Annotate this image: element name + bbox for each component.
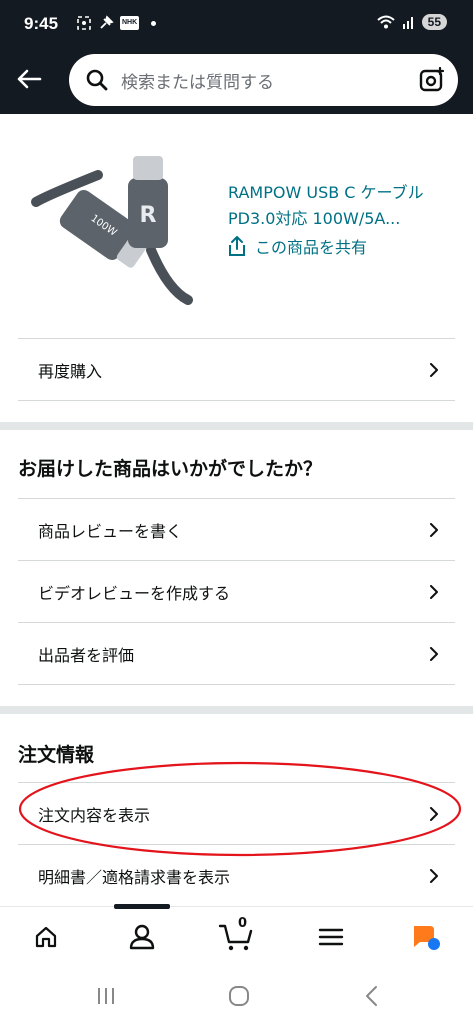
ai-assistant-icon — [414, 926, 440, 950]
search-input[interactable]: 検索または質問する — [69, 54, 458, 106]
video-review-label: ビデオレビューを作成する — [38, 583, 231, 603]
svg-text:R: R — [140, 203, 157, 228]
nav-menu[interactable] — [311, 919, 351, 955]
chevron-right-icon — [430, 362, 438, 377]
view-invoice-row[interactable]: 明細書／適格請求書を表示 — [18, 844, 455, 906]
chevron-right-icon — [430, 584, 438, 599]
recents-icon — [98, 988, 114, 1004]
buy-again-label: 再度購入 — [38, 361, 103, 381]
write-review-label: 商品レビューを書く — [38, 521, 183, 541]
status-icons-right: 55 — [376, 14, 447, 30]
write-review-row[interactable]: 商品レビューを書く — [18, 498, 455, 560]
view-order-details-label: 注文内容を表示 — [38, 805, 151, 825]
row-divider — [18, 400, 455, 401]
share-icon — [229, 236, 245, 256]
menu-icon — [318, 928, 344, 946]
section-divider — [0, 422, 473, 430]
nhk-icon: NHK — [120, 16, 140, 30]
back-button[interactable] — [12, 62, 46, 96]
share-label: この商品を共有 — [255, 238, 368, 257]
bottom-navigation: 0 — [0, 904, 473, 966]
screenshot-icon — [77, 16, 91, 30]
recents-button[interactable] — [91, 982, 121, 1010]
back-arrow-icon — [17, 69, 42, 89]
signal-icon — [402, 17, 413, 29]
view-order-details-row[interactable]: 注文内容を表示 — [18, 782, 455, 844]
usb-c-cable-image: 100W R — [31, 156, 193, 305]
chevron-left-icon — [366, 986, 377, 1006]
camera-search-icon[interactable] — [418, 66, 446, 94]
status-bar: 9:45 NHK 55 — [0, 0, 473, 48]
nav-ai-assistant[interactable] — [406, 919, 446, 955]
rate-seller-label: 出品者を評価 — [38, 645, 135, 665]
status-time: 9:45 — [24, 14, 59, 33]
chevron-right-icon — [430, 522, 438, 537]
cart-icon — [218, 924, 253, 951]
app-header: 検索または質問する — [0, 48, 473, 114]
section-divider — [0, 706, 473, 714]
video-review-row[interactable]: ビデオレビューを作成する — [18, 560, 455, 622]
system-back-button[interactable] — [357, 982, 387, 1010]
system-navigation-bar — [0, 966, 473, 1024]
view-invoice-label: 明細書／適格請求書を表示 — [38, 867, 231, 887]
row-divider — [18, 684, 455, 685]
buy-again-row[interactable]: 再度購入 — [18, 338, 455, 400]
search-icon — [86, 69, 108, 91]
account-icon — [129, 924, 155, 950]
chevron-right-icon — [430, 868, 438, 883]
home-system-button[interactable] — [224, 982, 254, 1010]
product-title-link[interactable]: RAMPOW USB C ケーブル PD3.0対応 100W/5A... — [228, 180, 448, 232]
active-tab-indicator — [114, 904, 170, 909]
search-placeholder: 検索または質問する — [121, 73, 274, 93]
notification-dot-icon — [151, 20, 157, 26]
status-icons-left: NHK — [76, 15, 157, 31]
order-info-heading: 注文情報 — [18, 744, 95, 766]
wifi-icon — [376, 15, 395, 29]
rate-seller-row[interactable]: 出品者を評価 — [18, 622, 455, 684]
feedback-heading: お届けした商品はいかがでしたか？ — [18, 458, 323, 480]
home-icon — [35, 926, 57, 948]
share-product-link[interactable]: この商品を共有 — [227, 234, 367, 258]
chevron-right-icon — [430, 646, 438, 661]
product-image[interactable]: 100W R — [28, 150, 206, 315]
nav-home[interactable] — [26, 919, 66, 955]
battery-indicator: 55 — [421, 14, 447, 30]
cart-count: 0 — [238, 916, 248, 931]
chevron-right-icon — [430, 806, 438, 821]
nav-account[interactable] — [122, 919, 162, 955]
home-circle-icon — [229, 986, 249, 1006]
nav-cart[interactable]: 0 — [216, 916, 256, 955]
pin-icon — [100, 15, 114, 29]
